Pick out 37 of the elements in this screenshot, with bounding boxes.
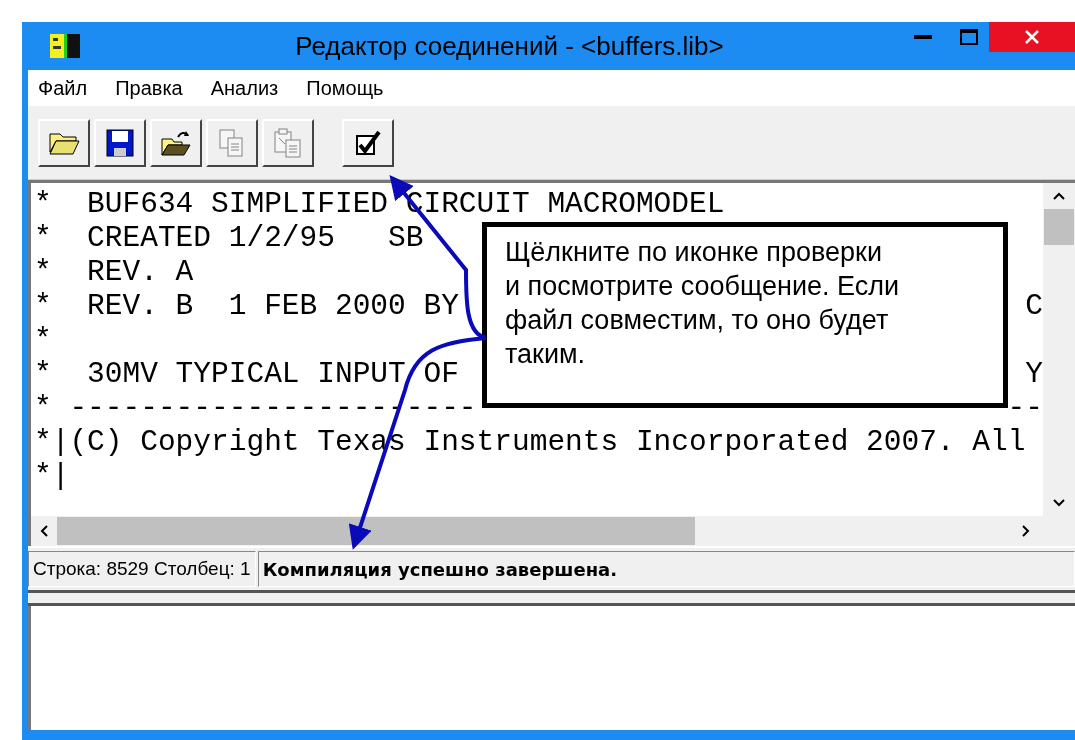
scroll-left-icon[interactable] <box>39 524 49 538</box>
cursor-position: Строка: 8529 Столбец: 1 <box>28 551 256 587</box>
code-line: * 30MV TYPICAL INPUT OF <box>34 357 459 391</box>
scroll-up-icon[interactable] <box>1052 191 1066 201</box>
toolbar-button[interactable] <box>94 118 146 167</box>
paste-icon <box>273 127 303 158</box>
code-line: -- <box>1007 391 1043 425</box>
close-button[interactable] <box>989 22 1075 52</box>
copy-icon <box>218 127 246 158</box>
close-icon <box>1024 29 1040 45</box>
menu-item[interactable]: Правка <box>115 76 183 100</box>
vertical-scrollbar[interactable] <box>1043 183 1075 516</box>
code-line: * REV. A <box>34 255 194 289</box>
menu-item[interactable]: Помощь <box>306 76 384 100</box>
toolbar-button[interactable] <box>342 118 394 167</box>
window-title: Редактор соединений - <buffers.lib> <box>294 30 725 62</box>
code-line: * <box>34 323 52 357</box>
menu-item[interactable]: Анализ <box>210 76 279 100</box>
code-line: Y <box>1025 357 1043 391</box>
scroll-thumb[interactable] <box>1044 209 1074 245</box>
pane-splitter[interactable] <box>28 590 1075 606</box>
scroll-right-icon[interactable] <box>1021 524 1031 538</box>
code-line: C <box>1025 289 1043 323</box>
maximize-icon[interactable] <box>960 29 978 45</box>
toolbar-button[interactable] <box>150 118 202 167</box>
code-line: *| <box>34 459 70 493</box>
callout-note: Щёлкните по иконке проверки и посмотрите сообщение. Если файл совместим, то оно будет таким. <box>482 222 1008 408</box>
code-line: * REV. B 1 FEB 2000 BY <box>34 289 459 323</box>
app-icon <box>50 32 82 60</box>
checkbox-icon <box>355 129 381 156</box>
menu-item[interactable]: Файл <box>38 76 88 100</box>
scroll-down-icon[interactable] <box>1052 498 1066 508</box>
status-message: Компиляция успешно завершена. <box>257 551 1075 587</box>
code-line: * CREATED 1/2/95 SB <box>34 221 424 255</box>
scroll-thumb[interactable] <box>57 517 695 545</box>
horizontal-scrollbar[interactable] <box>31 516 1075 546</box>
toolbar-button[interactable] <box>38 118 90 167</box>
